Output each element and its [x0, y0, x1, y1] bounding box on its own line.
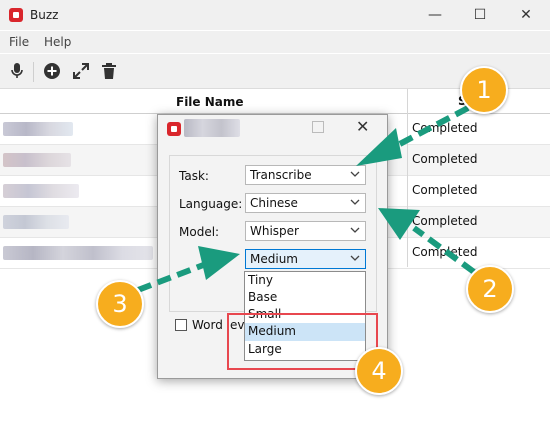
callout-1: 1: [460, 66, 508, 114]
arrow-2-shaft: [412, 225, 476, 275]
arrow-1-shaft: [394, 105, 470, 149]
arrow-2-head: [378, 208, 420, 240]
callout-3: 3: [96, 280, 144, 328]
callout-2: 2: [466, 265, 514, 313]
annotation-arrows: [136, 105, 476, 293]
callout-4: 4: [355, 347, 403, 395]
arrow-3-head: [198, 246, 240, 280]
main-window: Buzz — ☐ ✕ File Help File Name Status Co…: [0, 0, 550, 432]
arrow-3-shaft: [136, 261, 208, 293]
arrow-1-head: [356, 128, 402, 166]
